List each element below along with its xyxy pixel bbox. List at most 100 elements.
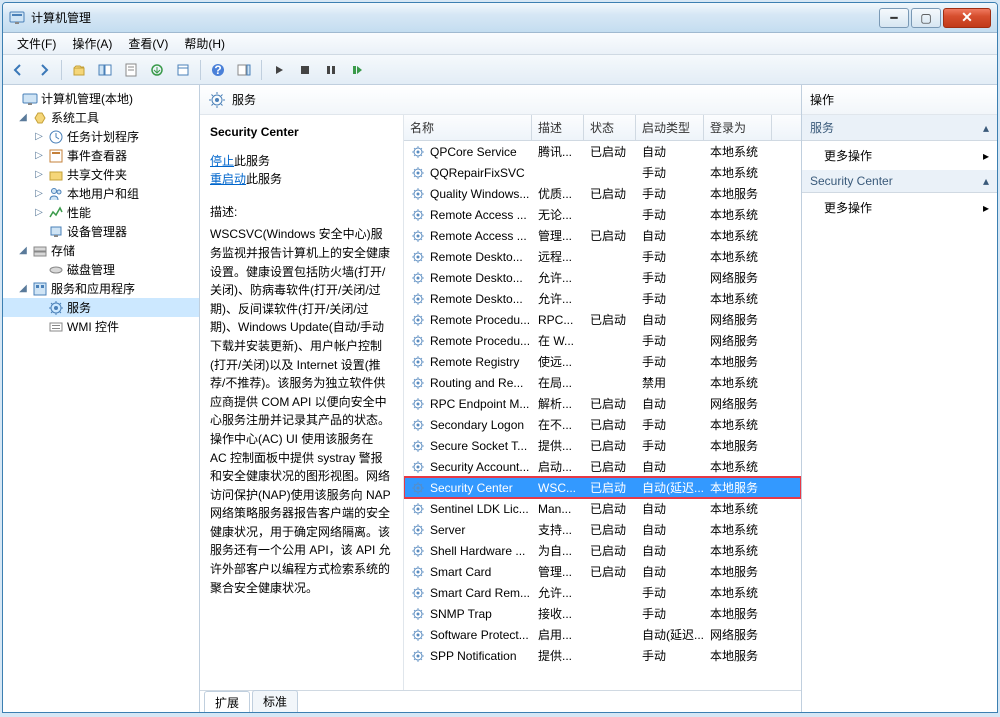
app-icon bbox=[9, 10, 25, 26]
titlebar[interactable]: 计算机管理 ━ ▢ ✕ bbox=[3, 3, 997, 33]
tree-event-viewer[interactable]: ▷事件查看器 bbox=[3, 146, 199, 165]
service-icon bbox=[410, 249, 426, 265]
actions-more-2[interactable]: 更多操作▸ bbox=[802, 193, 997, 222]
service-row[interactable]: Remote Deskto...允许...手动本地系统 bbox=[404, 288, 801, 309]
back-button[interactable] bbox=[7, 59, 29, 81]
service-start-type: 手动 bbox=[636, 185, 704, 202]
actions-group-services[interactable]: 服务▴ bbox=[802, 115, 997, 141]
actions-group-selected[interactable]: Security Center▴ bbox=[802, 170, 997, 193]
tree-root[interactable]: 计算机管理(本地) bbox=[3, 89, 199, 108]
service-row[interactable]: Quality Windows...优质...已启动手动本地服务 bbox=[404, 183, 801, 204]
service-start-type: 手动 bbox=[636, 248, 704, 265]
service-row[interactable]: Remote Access ...管理...已启动自动本地系统 bbox=[404, 225, 801, 246]
service-row[interactable]: Smart Card管理...已启动自动本地服务 bbox=[404, 561, 801, 582]
menu-help[interactable]: 帮助(H) bbox=[176, 33, 233, 54]
tree-shared-folders[interactable]: ▷共享文件夹 bbox=[3, 165, 199, 184]
stop-service-link[interactable]: 停止 bbox=[210, 154, 234, 168]
service-row[interactable]: Software Protect...启用...自动(延迟...网络服务 bbox=[404, 624, 801, 645]
service-row[interactable]: Server支持...已启动自动本地系统 bbox=[404, 519, 801, 540]
service-name: Remote Procedu... bbox=[430, 334, 530, 348]
service-description: WSCSVC(Windows 安全中心)服务监视并报告计算机上的安全健康设置。健… bbox=[210, 225, 393, 597]
service-desc: 为自... bbox=[532, 542, 584, 559]
maximize-button[interactable]: ▢ bbox=[911, 8, 941, 28]
export-button[interactable] bbox=[146, 59, 168, 81]
service-icon bbox=[410, 144, 426, 160]
tree-performance[interactable]: ▷性能 bbox=[3, 203, 199, 222]
tree-services[interactable]: 服务 bbox=[3, 298, 199, 317]
service-row[interactable]: Routing and Re...在局...禁用本地系统 bbox=[404, 372, 801, 393]
service-start-type: 自动 bbox=[636, 311, 704, 328]
service-logon: 本地服务 bbox=[704, 605, 772, 622]
refresh-button[interactable] bbox=[172, 59, 194, 81]
service-logon: 本地系统 bbox=[704, 227, 772, 244]
service-row[interactable]: Remote Deskto...远程...手动本地系统 bbox=[404, 246, 801, 267]
service-row[interactable]: Remote Deskto...允许...手动网络服务 bbox=[404, 267, 801, 288]
service-icon bbox=[410, 417, 426, 433]
up-button[interactable] bbox=[68, 59, 90, 81]
col-desc[interactable]: 描述 bbox=[532, 115, 584, 140]
service-row[interactable]: Security CenterWSC...已启动自动(延迟...本地服务 bbox=[404, 477, 801, 498]
col-status[interactable]: 状态 bbox=[584, 115, 636, 140]
show-action-pane-button[interactable] bbox=[233, 59, 255, 81]
service-name: Software Protect... bbox=[430, 628, 529, 642]
tab-standard[interactable]: 标准 bbox=[252, 690, 298, 712]
service-logon: 本地服务 bbox=[704, 563, 772, 580]
forward-button[interactable] bbox=[33, 59, 55, 81]
service-row[interactable]: Security Account...启动...已启动自动本地系统 bbox=[404, 456, 801, 477]
service-name: QQRepairFixSVC bbox=[430, 166, 525, 180]
service-logon: 本地系统 bbox=[704, 164, 772, 181]
service-row[interactable]: Secure Socket T...提供...已启动手动本地服务 bbox=[404, 435, 801, 456]
restart-service-button[interactable] bbox=[346, 59, 368, 81]
menu-file[interactable]: 文件(F) bbox=[9, 33, 64, 54]
services-list[interactable]: 名称 描述 状态 启动类型 登录为 QPCore Service腾讯...已启动… bbox=[404, 115, 801, 690]
tree-task-scheduler[interactable]: ▷任务计划程序 bbox=[3, 127, 199, 146]
service-icon bbox=[410, 648, 426, 664]
show-hide-tree-button[interactable] bbox=[94, 59, 116, 81]
tree-local-users[interactable]: ▷本地用户和组 bbox=[3, 184, 199, 203]
tree-disk-mgmt[interactable]: 磁盘管理 bbox=[3, 260, 199, 279]
service-row[interactable]: QQRepairFixSVC手动本地系统 bbox=[404, 162, 801, 183]
service-desc: 允许... bbox=[532, 290, 584, 307]
tree-services-apps[interactable]: ◢服务和应用程序 bbox=[3, 279, 199, 298]
service-row[interactable]: RPC Endpoint M...解析...已启动自动网络服务 bbox=[404, 393, 801, 414]
tab-extended[interactable]: 扩展 bbox=[204, 691, 250, 713]
service-name: Smart Card Rem... bbox=[430, 586, 530, 600]
service-row[interactable]: Sentinel LDK Lic...Man...已启动自动本地系统 bbox=[404, 498, 801, 519]
menu-view[interactable]: 查看(V) bbox=[120, 33, 176, 54]
col-name[interactable]: 名称 bbox=[404, 115, 532, 140]
tree-system-tools[interactable]: ◢系统工具 bbox=[3, 108, 199, 127]
help-button[interactable]: ? bbox=[207, 59, 229, 81]
close-button[interactable]: ✕ bbox=[943, 8, 991, 28]
menu-action[interactable]: 操作(A) bbox=[64, 33, 120, 54]
service-row[interactable]: QPCore Service腾讯...已启动自动本地系统 bbox=[404, 141, 801, 162]
service-row[interactable]: SNMP Trap接收...手动本地服务 bbox=[404, 603, 801, 624]
restart-service-link[interactable]: 重启动 bbox=[210, 172, 246, 186]
service-logon: 本地服务 bbox=[704, 185, 772, 202]
service-row[interactable]: Remote Procedu...RPC...已启动自动网络服务 bbox=[404, 309, 801, 330]
col-logon[interactable]: 登录为 bbox=[704, 115, 772, 140]
start-service-button[interactable] bbox=[268, 59, 290, 81]
actions-more-1[interactable]: 更多操作▸ bbox=[802, 141, 997, 170]
console-tree[interactable]: 计算机管理(本地) ◢系统工具 ▷任务计划程序 ▷事件查看器 ▷共享文件夹 ▷本… bbox=[3, 85, 200, 712]
tree-storage[interactable]: ◢存储 bbox=[3, 241, 199, 260]
service-name: Remote Registry bbox=[430, 355, 519, 369]
tree-wmi[interactable]: WMI 控件 bbox=[3, 317, 199, 336]
service-row[interactable]: Smart Card Rem...允许...手动本地系统 bbox=[404, 582, 801, 603]
minimize-button[interactable]: ━ bbox=[879, 8, 909, 28]
col-start[interactable]: 启动类型 bbox=[636, 115, 704, 140]
service-row[interactable]: Remote Access ...无论...手动本地系统 bbox=[404, 204, 801, 225]
stop-service-button[interactable] bbox=[294, 59, 316, 81]
services-header: 服务 bbox=[200, 85, 801, 115]
service-icon bbox=[410, 543, 426, 559]
service-row[interactable]: SPP Notification提供...手动本地服务 bbox=[404, 645, 801, 666]
service-row[interactable]: Shell Hardware ...为自...已启动自动本地系统 bbox=[404, 540, 801, 561]
pause-service-button[interactable] bbox=[320, 59, 342, 81]
service-row[interactable]: Remote Procedu...在 W...手动网络服务 bbox=[404, 330, 801, 351]
service-name: Server bbox=[430, 523, 465, 537]
properties-button[interactable] bbox=[120, 59, 142, 81]
service-row[interactable]: Secondary Logon在不...已启动手动本地系统 bbox=[404, 414, 801, 435]
service-row[interactable]: Remote Registry使远...手动本地服务 bbox=[404, 351, 801, 372]
service-name: Remote Deskto... bbox=[430, 271, 523, 285]
service-name: Remote Access ... bbox=[430, 229, 527, 243]
tree-device-manager[interactable]: 设备管理器 bbox=[3, 222, 199, 241]
